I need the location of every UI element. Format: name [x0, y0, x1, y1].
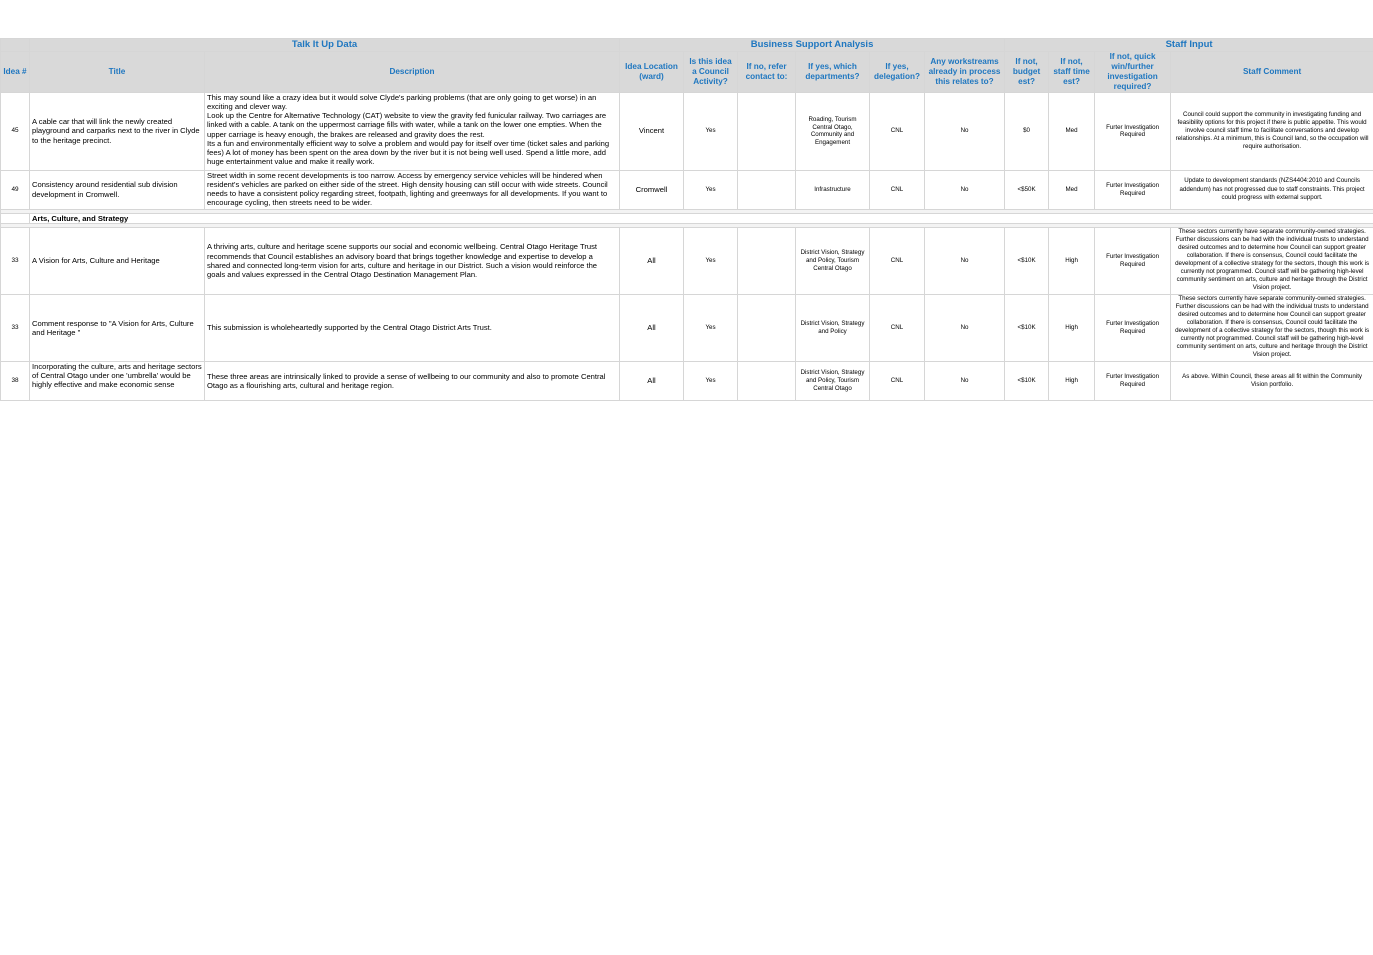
col-header-location: Idea Location (ward): [619, 50, 684, 93]
cell-staff-time[interactable]: High: [1048, 226, 1096, 295]
cell-quick-win[interactable]: Furter Investigation Required: [1094, 91, 1172, 171]
group-header-business-support: Business Support Analysis: [618, 38, 1006, 52]
cell-delegation[interactable]: CNL: [869, 91, 925, 171]
section-row: Arts, Culture, and Strategy: [0, 212, 1373, 224]
cell-description[interactable]: This submission is wholeheartedly suppor…: [204, 293, 620, 362]
cell-delegation[interactable]: CNL: [869, 293, 925, 362]
cell-budget[interactable]: <$50K: [1004, 169, 1050, 210]
table-row: 33 A Vision for Arts, Culture and Herita…: [0, 226, 1373, 295]
group-header-staff-input: Staff Input: [1004, 38, 1373, 52]
section-label[interactable]: Arts, Culture, and Strategy: [28, 212, 1373, 224]
cell-workstreams[interactable]: No: [923, 169, 1006, 210]
cell-title[interactable]: A Vision for Arts, Culture and Heritage: [29, 226, 205, 295]
col-header-council-activity: Is this idea a Council Activity?: [683, 50, 738, 93]
cell-description-text: Street width in some recent developments…: [207, 170, 608, 208]
cell-description[interactable]: This may sound like a crazy idea but it …: [204, 91, 620, 171]
cell-idea[interactable]: 38: [0, 360, 30, 401]
col-header-description: Description: [204, 50, 620, 93]
cell-idea[interactable]: 33: [0, 226, 30, 295]
cell-staff-comment[interactable]: These sectors currently have separate co…: [1170, 293, 1373, 362]
cell-departments[interactable]: Roading, Tourism Central Otago, Communit…: [795, 91, 870, 171]
cell-quick-win[interactable]: Furter Investigation Required: [1094, 169, 1172, 210]
cell-idea[interactable]: 33: [0, 293, 30, 362]
cell-title[interactable]: A cable car that will link the newly cre…: [29, 91, 205, 171]
cell-departments[interactable]: District Vision, Strategy and Policy, To…: [795, 226, 870, 295]
cell-staff-comment[interactable]: As above. Within Council, these areas al…: [1170, 360, 1373, 401]
col-header-budget: If not, budget est?: [1004, 50, 1050, 93]
cell-staff-time[interactable]: High: [1048, 360, 1096, 401]
cell-location[interactable]: All: [619, 360, 684, 401]
col-header-workstreams: Any workstreams already in process this …: [923, 50, 1006, 93]
group-header-blank: [0, 38, 30, 52]
cell-workstreams[interactable]: No: [923, 360, 1006, 401]
cell-location[interactable]: All: [619, 293, 684, 362]
cell-departments[interactable]: District Vision, Strategy and Policy, To…: [795, 360, 870, 401]
cell-description-text: This may sound like a crazy idea but it …: [207, 92, 610, 167]
group-header-row: Talk It Up Data Business Support Analysi…: [0, 38, 1373, 52]
cell-budget[interactable]: <$10K: [1004, 360, 1050, 401]
column-header-row: Idea # Title Description Idea Location (…: [0, 50, 1373, 93]
cell-quick-win[interactable]: Furter Investigation Required: [1094, 226, 1172, 295]
cell-delegation[interactable]: CNL: [869, 360, 925, 401]
cell-refer-contact[interactable]: [737, 360, 796, 401]
table-row: 38 Incorporating the culture, arts and h…: [0, 360, 1373, 401]
cell-description[interactable]: These three areas are intrinsically link…: [204, 360, 620, 401]
cell-departments[interactable]: District Vision, Strategy and Policy: [795, 293, 870, 362]
cell-idea[interactable]: 45: [0, 91, 30, 171]
cell-departments[interactable]: Infrastructure: [795, 169, 870, 210]
col-header-delegation: If yes, delegation?: [869, 50, 925, 93]
cell-staff-comment[interactable]: Council could support the community in i…: [1170, 91, 1373, 171]
cell-budget[interactable]: <$10K: [1004, 226, 1050, 295]
cell-refer-contact[interactable]: [737, 91, 796, 171]
col-header-idea: Idea #: [0, 50, 30, 93]
col-header-quick-win: If not, quick win/further investigation …: [1094, 50, 1172, 93]
cell-workstreams[interactable]: No: [923, 293, 1006, 362]
cell-delegation[interactable]: CNL: [869, 226, 925, 295]
cell-staff-comment-text: These sectors currently have separate co…: [1175, 294, 1370, 359]
col-header-title: Title: [29, 50, 205, 93]
cell-workstreams[interactable]: No: [923, 226, 1006, 295]
cell-delegation[interactable]: CNL: [869, 169, 925, 210]
cell-budget[interactable]: <$10K: [1004, 293, 1050, 362]
cell-location[interactable]: Vincent: [619, 91, 684, 171]
cell-staff-comment[interactable]: Update to development standards (NZS4404…: [1170, 169, 1373, 210]
cell-quick-win[interactable]: Furter Investigation Required: [1094, 360, 1172, 401]
table-row: 45 A cable car that will link the newly …: [0, 91, 1373, 171]
spreadsheet-table: Talk It Up Data Business Support Analysi…: [0, 38, 1373, 401]
cell-title[interactable]: Comment response to "A Vision for Arts, …: [29, 293, 205, 362]
col-header-staff-time: If not, staff time est?: [1048, 50, 1096, 93]
col-header-departments: If yes, which departments?: [795, 50, 870, 93]
cell-location[interactable]: Cromwell: [619, 169, 684, 210]
cell-council-activity[interactable]: Yes: [683, 91, 738, 171]
cell-budget[interactable]: $0: [1004, 91, 1050, 171]
cell-council-activity[interactable]: Yes: [683, 293, 738, 362]
cell-council-activity[interactable]: Yes: [683, 226, 738, 295]
group-header-talk-it-up: Talk It Up Data: [29, 38, 620, 52]
cell-staff-comment-text: These sectors currently have separate co…: [1175, 227, 1370, 292]
cell-refer-contact[interactable]: [737, 293, 796, 362]
table-row: 33 Comment response to "A Vision for Art…: [0, 293, 1373, 362]
table-row: 49 Consistency around residential sub di…: [0, 169, 1373, 210]
cell-location[interactable]: All: [619, 226, 684, 295]
cell-council-activity[interactable]: Yes: [683, 360, 738, 401]
col-header-refer-contact: If no, refer contact to:: [737, 50, 796, 93]
cell-refer-contact[interactable]: [737, 169, 796, 210]
cell-title[interactable]: Consistency around residential sub divis…: [29, 169, 205, 210]
section-blank-cell[interactable]: [0, 212, 30, 224]
cell-refer-contact[interactable]: [737, 226, 796, 295]
cell-staff-time[interactable]: High: [1048, 293, 1096, 362]
cell-council-activity[interactable]: Yes: [683, 169, 738, 210]
col-header-staff-comment: Staff Comment: [1170, 50, 1373, 93]
cell-title-text: Incorporating the culture, arts and heri…: [32, 361, 202, 390]
cell-staff-time[interactable]: Med: [1048, 169, 1096, 210]
cell-description[interactable]: Street width in some recent developments…: [204, 169, 620, 210]
cell-description[interactable]: A thriving arts, culture and heritage sc…: [204, 226, 620, 295]
cell-title[interactable]: Incorporating the culture, arts and heri…: [29, 360, 205, 401]
cell-staff-comment[interactable]: These sectors currently have separate co…: [1170, 226, 1373, 295]
cell-quick-win[interactable]: Furter Investigation Required: [1094, 293, 1172, 362]
cell-workstreams[interactable]: No: [923, 91, 1006, 171]
cell-staff-time[interactable]: Med: [1048, 91, 1096, 171]
cell-idea[interactable]: 49: [0, 169, 30, 210]
